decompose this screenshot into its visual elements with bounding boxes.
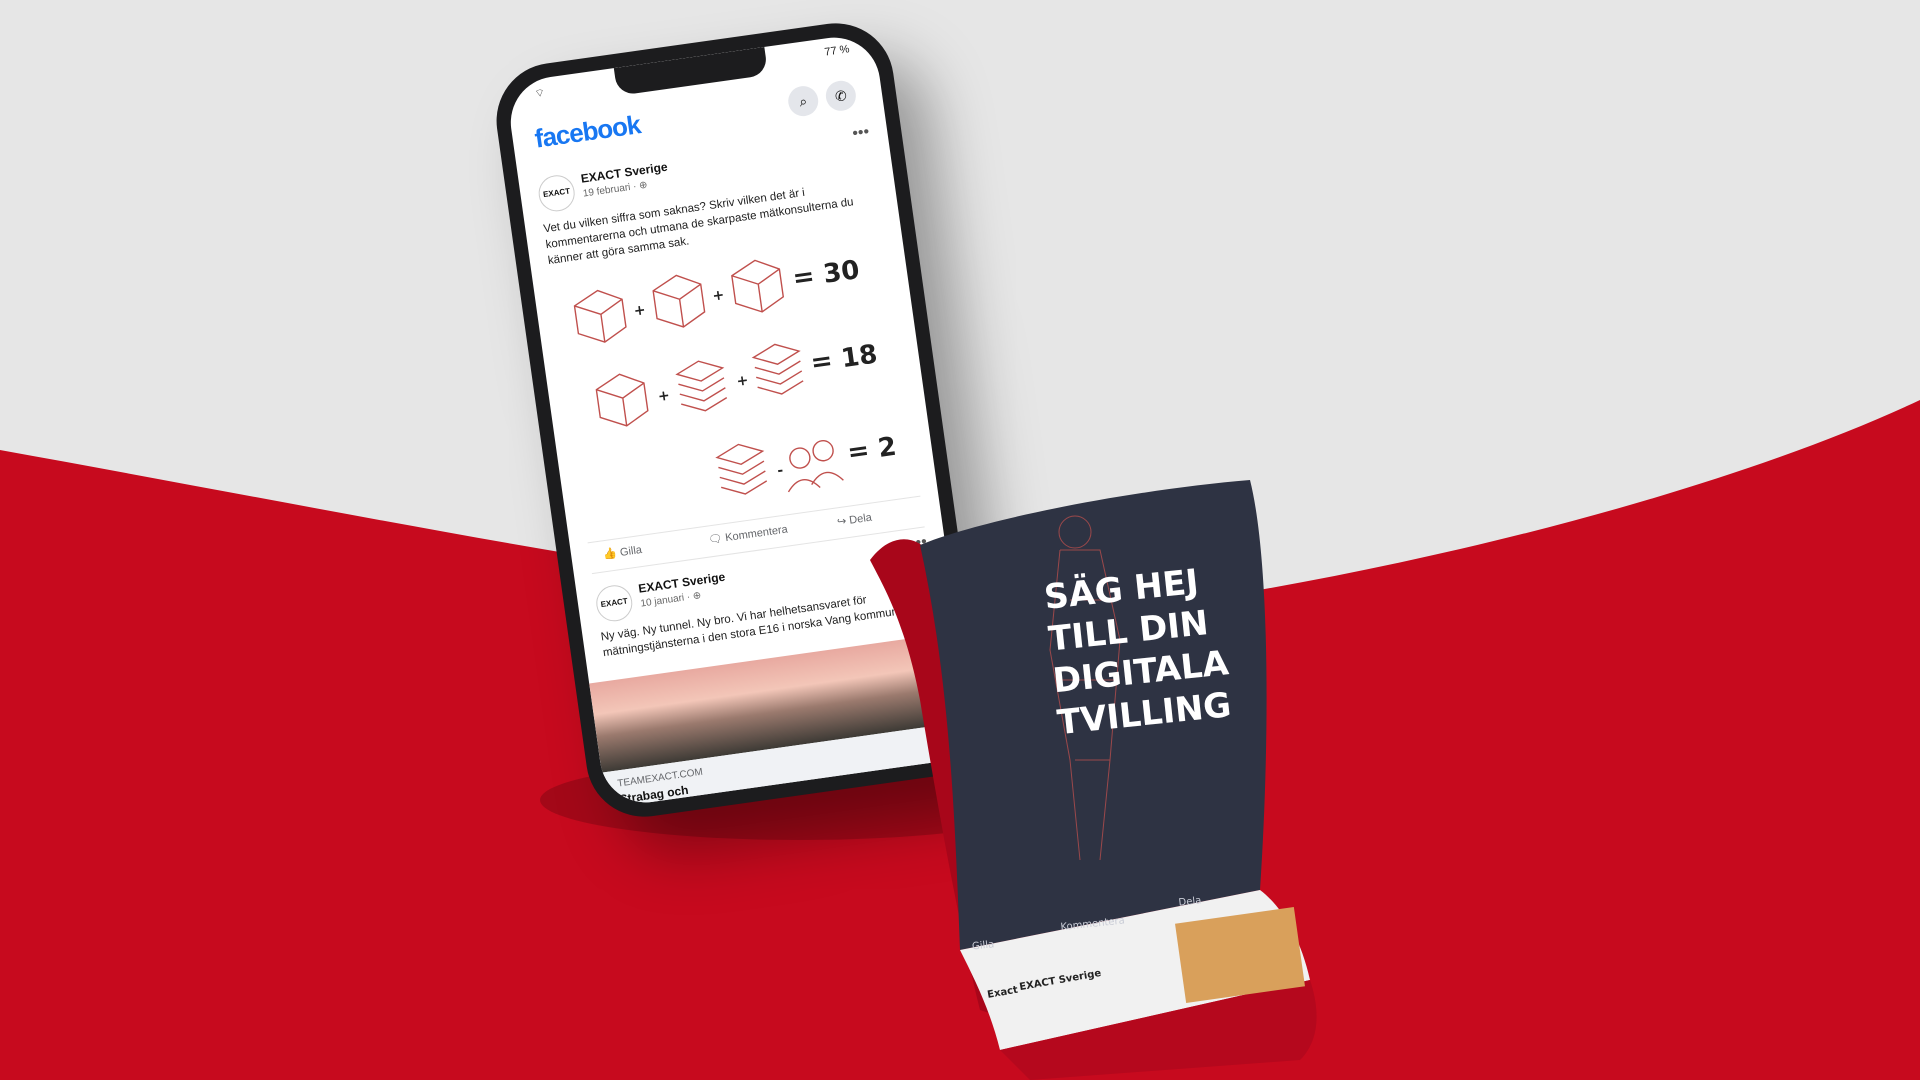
battery-status: 77 % (823, 43, 851, 59)
cube-icon (652, 274, 706, 328)
equation-result-1: = 30 (791, 255, 862, 294)
avatar[interactable]: EXACT (593, 582, 635, 624)
more-options-icon[interactable]: ••• (909, 533, 928, 553)
comment-label: Kommentera (724, 523, 789, 545)
more-options-icon[interactable]: ••• (851, 123, 870, 143)
avatar[interactable]: EXACT (536, 172, 577, 214)
cube-icon (731, 259, 785, 313)
plus-sign: + (736, 373, 750, 390)
layers-icon (715, 443, 768, 495)
search-icon[interactable]: ⌕ (786, 84, 821, 119)
messenger-icon[interactable]: ✆ (823, 78, 858, 113)
share-label: Dela (848, 511, 873, 527)
equation-result-3: = 2 (846, 432, 899, 469)
equation-result-2: = 18 (809, 339, 880, 378)
minus-sign: - (776, 463, 784, 480)
share-button[interactable]: ↪ Dela (836, 511, 872, 529)
math-puzzle-image: + + = 30 + + = 18 - = 2 (573, 255, 899, 495)
wifi-icon: ⌔ (533, 87, 546, 101)
cube-icon (573, 289, 627, 343)
like-button[interactable]: 👍 Gilla (603, 543, 643, 561)
post-puzzle: EXACT EXACT Sverige 19 februari · ⊕ ••• … (518, 123, 934, 575)
layers-icon (751, 343, 804, 395)
like-label: Gilla (619, 543, 643, 559)
facebook-logo[interactable]: facebook (533, 109, 642, 153)
cube-icon (595, 373, 649, 427)
plus-sign: + (657, 388, 671, 405)
plus-sign: + (711, 287, 725, 304)
comment-button[interactable]: 🗨 Kommentera (707, 522, 789, 546)
plus-sign: + (633, 302, 647, 319)
background (0, 0, 1920, 1080)
layers-icon (675, 360, 728, 412)
workers-icon (787, 440, 844, 493)
